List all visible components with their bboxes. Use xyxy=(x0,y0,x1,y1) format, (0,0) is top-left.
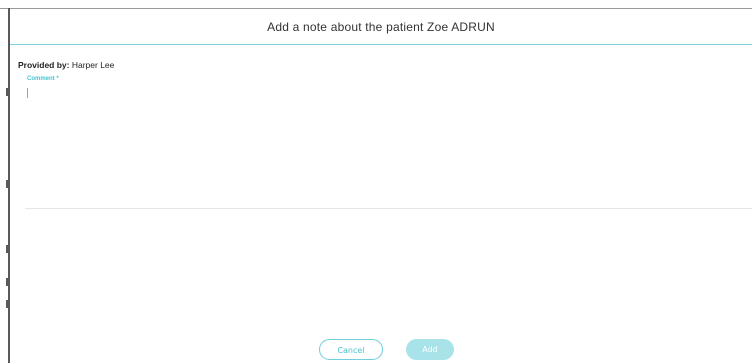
edge-tick xyxy=(6,245,9,253)
screen: Add a note about the patient Zoe ADRUN P… xyxy=(0,0,752,363)
dialog-title: Add a note about the patient Zoe ADRUN xyxy=(267,20,495,34)
comment-field[interactable] xyxy=(25,86,752,209)
edge-tick xyxy=(6,278,9,286)
provided-by: Provided by: Harper Lee xyxy=(18,60,114,70)
provided-by-label: Provided by: xyxy=(18,60,70,70)
text-caret xyxy=(27,88,28,98)
add-note-dialog: Add a note about the patient Zoe ADRUN P… xyxy=(10,9,752,363)
edge-tick xyxy=(6,180,9,188)
provided-by-value: Harper Lee xyxy=(71,60,115,70)
comment-label: Comment * xyxy=(27,76,59,82)
cancel-button[interactable]: Cancel xyxy=(319,339,383,360)
add-button[interactable]: Add xyxy=(406,339,454,360)
edge-tick xyxy=(6,88,9,96)
edge-tick xyxy=(6,300,9,308)
title-divider xyxy=(10,44,752,45)
